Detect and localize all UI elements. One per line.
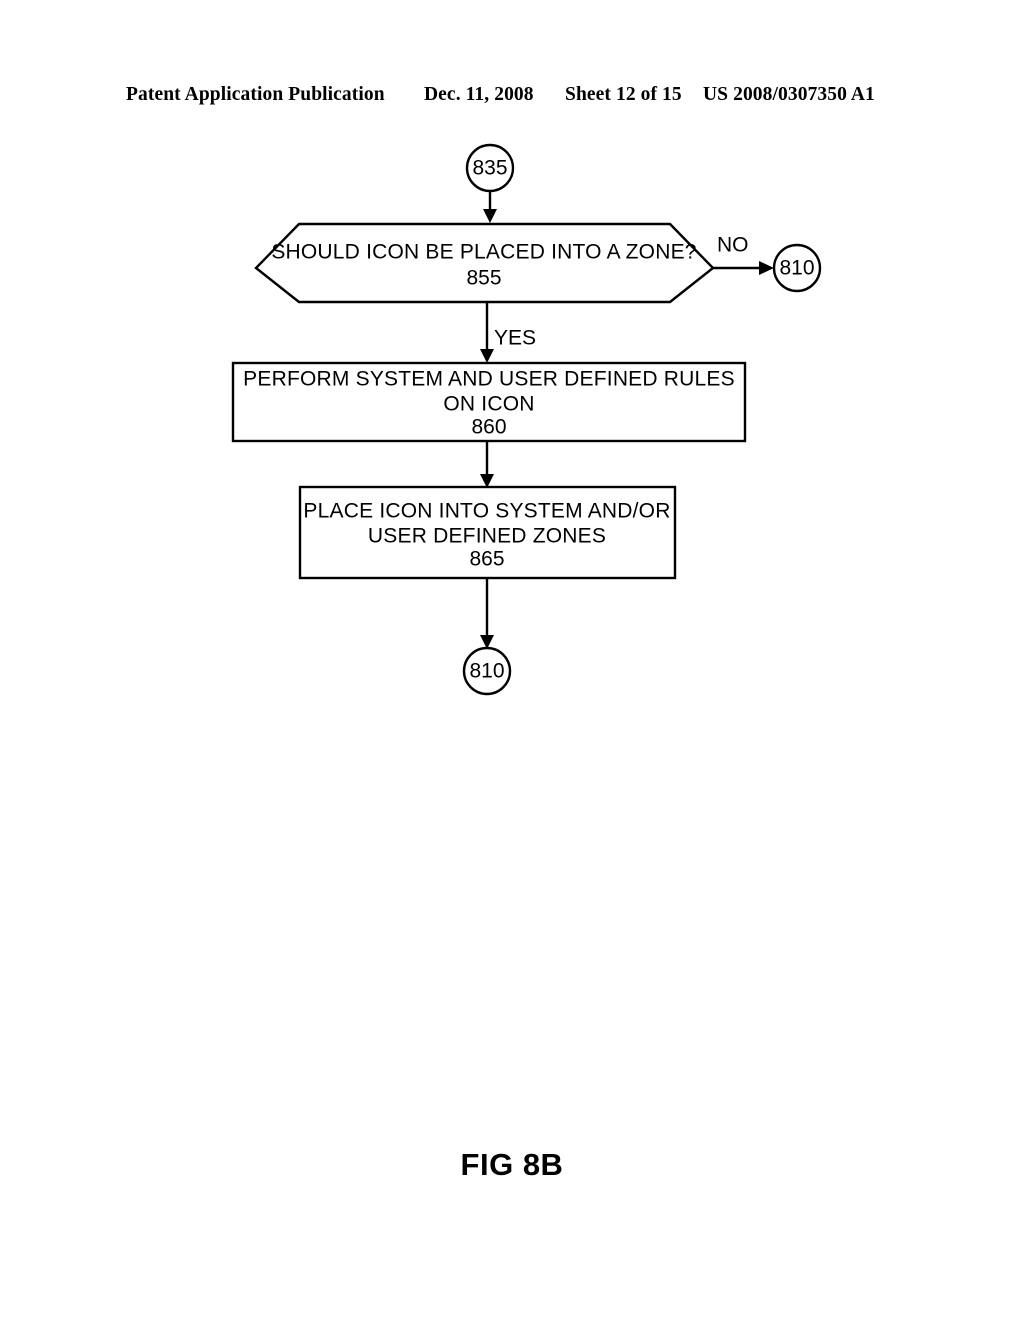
process-node-860-line2: ON ICON bbox=[443, 393, 534, 416]
process-node-865-ref: 865 bbox=[469, 548, 504, 571]
process-node-865-line1: PLACE ICON INTO SYSTEM AND/OR bbox=[303, 500, 670, 523]
process-node-860-ref: 860 bbox=[471, 416, 506, 439]
process-node-865: PLACE ICON INTO SYSTEM AND/OR USER DEFIN… bbox=[298, 485, 677, 580]
branch-label-yes: YES bbox=[494, 327, 536, 350]
edge-no-branch: NO bbox=[713, 234, 774, 275]
decision-node-855-text: SHOULD ICON BE PLACED INTO A ZONE? bbox=[271, 241, 696, 264]
connector-node-835-label: 835 bbox=[472, 157, 507, 180]
connector-node-810-exit-label: 810 bbox=[469, 660, 504, 683]
process-node-860: PERFORM SYSTEM AND USER DEFINED RULES ON… bbox=[231, 361, 747, 443]
edge-835-to-decision bbox=[483, 191, 497, 223]
decision-node-855-ref: 855 bbox=[466, 267, 501, 290]
edge-yes-branch: YES bbox=[480, 302, 536, 363]
branch-label-no: NO bbox=[717, 234, 749, 257]
flowchart-figure: 835 SHOULD ICON BE PLACED INTO A ZONE? 8… bbox=[0, 0, 1024, 1320]
process-node-865-line2: USER DEFINED ZONES bbox=[368, 525, 606, 548]
edge-865-to-exit bbox=[480, 578, 494, 649]
decision-node-855: SHOULD ICON BE PLACED INTO A ZONE? 855 bbox=[254, 222, 715, 304]
connector-node-810-exit: 810 bbox=[462, 646, 512, 696]
connector-node-810-no-label: 810 bbox=[779, 257, 814, 280]
figure-caption: FIG 8B bbox=[460, 1147, 564, 1182]
connector-node-810-no: 810 bbox=[772, 243, 822, 293]
process-node-860-line1: PERFORM SYSTEM AND USER DEFINED RULES bbox=[243, 368, 735, 391]
edge-860-to-865 bbox=[480, 441, 494, 488]
connector-node-835: 835 bbox=[465, 143, 515, 193]
